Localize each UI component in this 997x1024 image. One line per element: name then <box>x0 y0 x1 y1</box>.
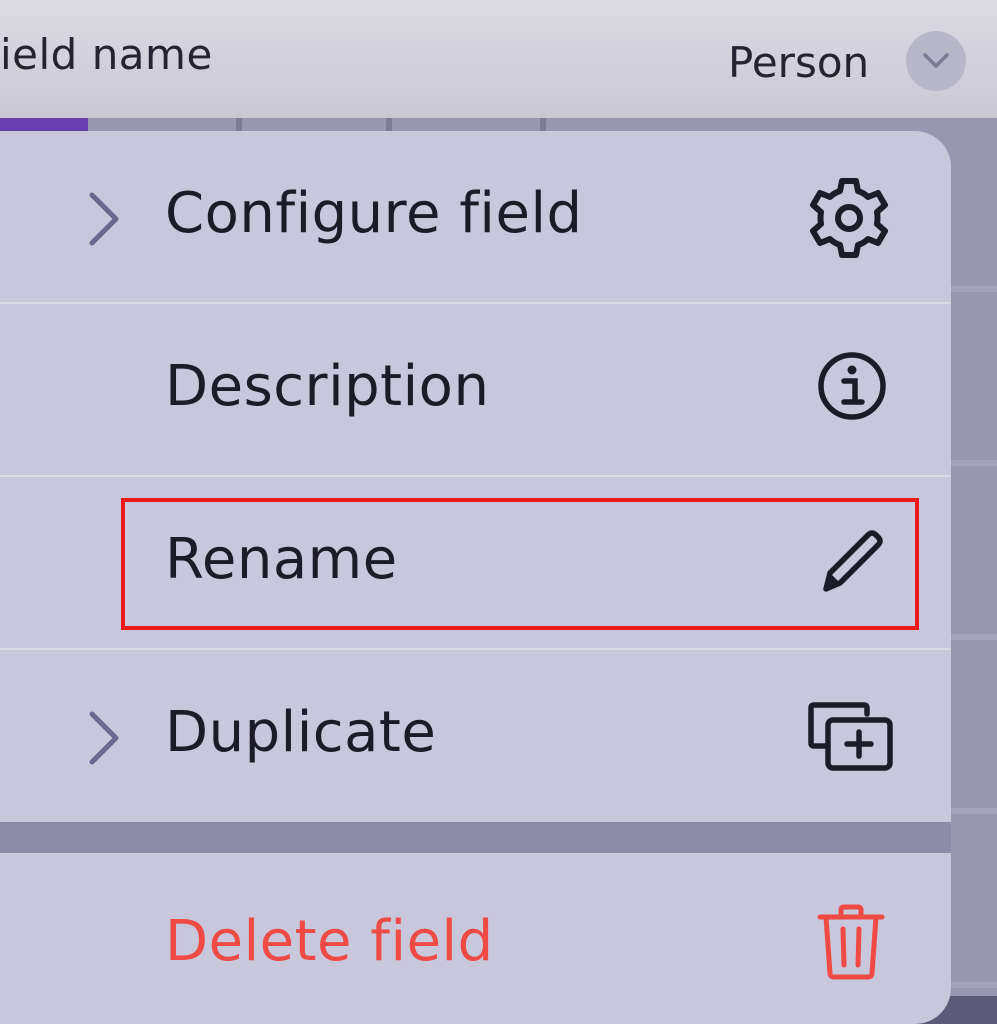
trash-icon <box>817 904 885 980</box>
menu-item-label: Duplicate <box>165 700 437 765</box>
gear-icon <box>810 178 888 258</box>
chevron-right-icon <box>89 711 119 765</box>
menu-item-label: Configure field <box>165 181 583 246</box>
menu-item-label: Delete field <box>165 909 494 974</box>
menu-item-configure-field[interactable]: Configure field <box>0 131 951 303</box>
chevron-right-icon <box>89 192 119 246</box>
menu-item-duplicate[interactable]: Duplicate <box>0 650 951 822</box>
rename-highlight-box <box>121 498 919 630</box>
menu-item-delete-field[interactable]: Delete field <box>0 853 951 1024</box>
menu-item-description[interactable]: Description <box>0 304 951 476</box>
info-icon <box>818 352 886 420</box>
menu-item-label: Description <box>165 354 490 419</box>
chevron-down-icon <box>923 53 949 68</box>
field-name-label: ield name <box>0 30 213 79</box>
field-type-label[interactable]: Person <box>728 38 869 87</box>
field-header: ield name Person <box>0 0 997 118</box>
duplicate-icon <box>808 702 893 771</box>
field-type-dropdown-button[interactable] <box>906 31 966 91</box>
menu-group-separator <box>0 822 951 853</box>
